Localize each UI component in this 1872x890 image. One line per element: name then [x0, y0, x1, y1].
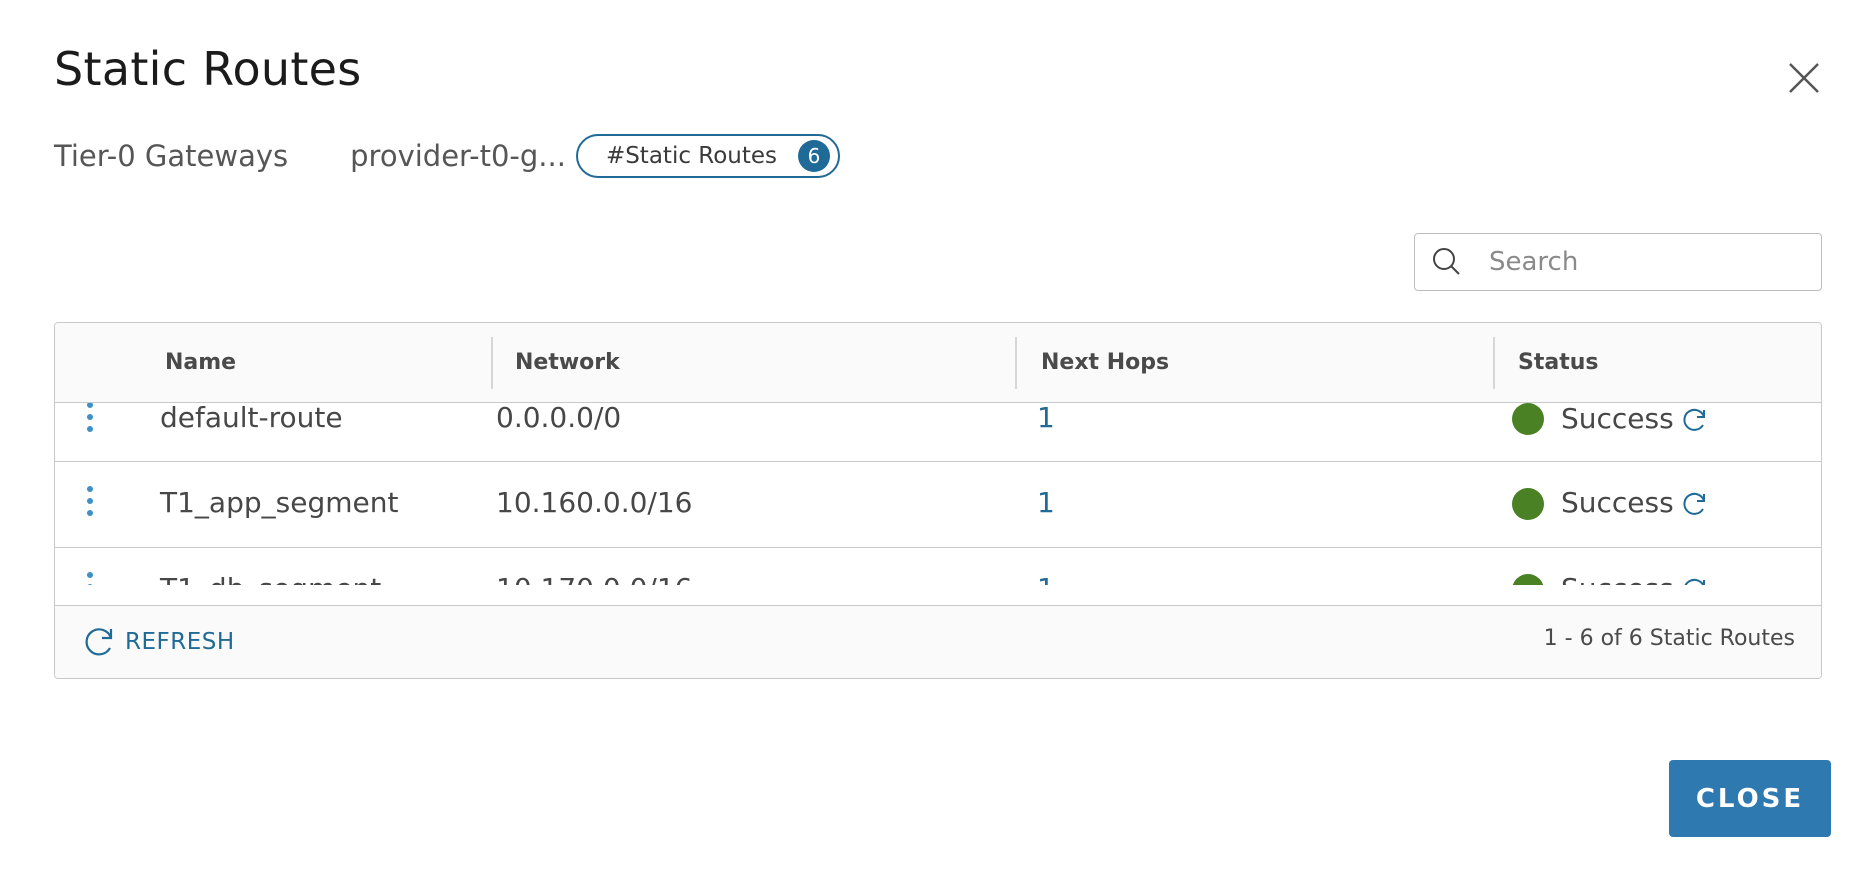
next-hops-link[interactable]: 1: [1037, 486, 1055, 519]
breadcrumb-gateway-name[interactable]: provider-t0-g...: [350, 139, 566, 173]
route-name: T1_db_segment: [160, 572, 381, 585]
route-name: T1_app_segment: [160, 486, 399, 519]
refresh-label: REFRESH: [125, 629, 235, 655]
refresh-icon: [85, 628, 113, 656]
pagination-count: 1 - 6 of 6 Static Routes: [1543, 626, 1795, 651]
row-actions-icon[interactable]: [85, 486, 95, 524]
column-divider[interactable]: [1493, 337, 1495, 389]
next-hops-link[interactable]: 1: [1037, 403, 1055, 434]
table-header: Name Network Next Hops Status: [55, 323, 1821, 403]
pill-label: #Static Routes: [605, 143, 778, 169]
search-input[interactable]: [1487, 246, 1811, 278]
refresh-icon[interactable]: [1681, 406, 1709, 434]
status-success-dot: [1512, 403, 1544, 435]
close-button[interactable]: CLOSE: [1669, 760, 1831, 837]
column-header-network[interactable]: Network: [515, 323, 620, 401]
breadcrumb-tier0-gateways[interactable]: Tier-0 Gateways: [54, 139, 288, 173]
close-icon[interactable]: [1784, 58, 1824, 98]
next-hops-link[interactable]: 1: [1037, 572, 1055, 585]
route-status: Success: [1561, 572, 1674, 585]
route-network: 10.160.0.0/16: [496, 486, 693, 519]
column-header-name[interactable]: Name: [165, 323, 236, 401]
column-header-next-hops[interactable]: Next Hops: [1041, 323, 1169, 401]
status-success-dot: [1512, 574, 1544, 585]
static-routes-grid: Name Network Next Hops Status default-ro…: [54, 322, 1822, 679]
route-network: 10.170.0.0/16: [496, 572, 692, 585]
table-row: T1_db_segment 10.170.0.0/16 1 Success: [55, 548, 1821, 585]
column-divider[interactable]: [1015, 337, 1017, 389]
table-row: default-route 0.0.0.0/0 1 Success: [55, 403, 1821, 462]
search-box[interactable]: [1414, 233, 1822, 291]
refresh-button[interactable]: REFRESH: [83, 624, 235, 660]
static-routes-pill: #Static Routes 6: [575, 134, 840, 178]
route-network: 0.0.0.0/0: [496, 403, 622, 434]
dialog-title: Static Routes: [54, 42, 362, 96]
column-divider[interactable]: [491, 337, 493, 389]
row-actions-icon[interactable]: [85, 572, 95, 585]
table-footer: REFRESH 1 - 6 of 6 Static Routes: [55, 605, 1821, 678]
route-name: default-route: [160, 403, 343, 434]
route-status: Success: [1561, 403, 1674, 435]
table-row: T1_app_segment 10.160.0.0/16 1 Success: [55, 462, 1821, 548]
status-success-dot: [1512, 488, 1544, 520]
refresh-icon[interactable]: [1681, 576, 1709, 585]
route-status: Success: [1561, 486, 1674, 519]
row-actions-icon[interactable]: [85, 403, 95, 440]
search-icon: [1433, 248, 1460, 275]
breadcrumb: Tier-0 Gateways provider-t0-g... #Static…: [54, 132, 840, 180]
pill-count-badge: 6: [797, 140, 830, 172]
refresh-icon[interactable]: [1681, 490, 1709, 518]
column-header-status[interactable]: Status: [1518, 323, 1598, 401]
table-body[interactable]: default-route 0.0.0.0/0 1 Success T1_app…: [55, 403, 1821, 585]
